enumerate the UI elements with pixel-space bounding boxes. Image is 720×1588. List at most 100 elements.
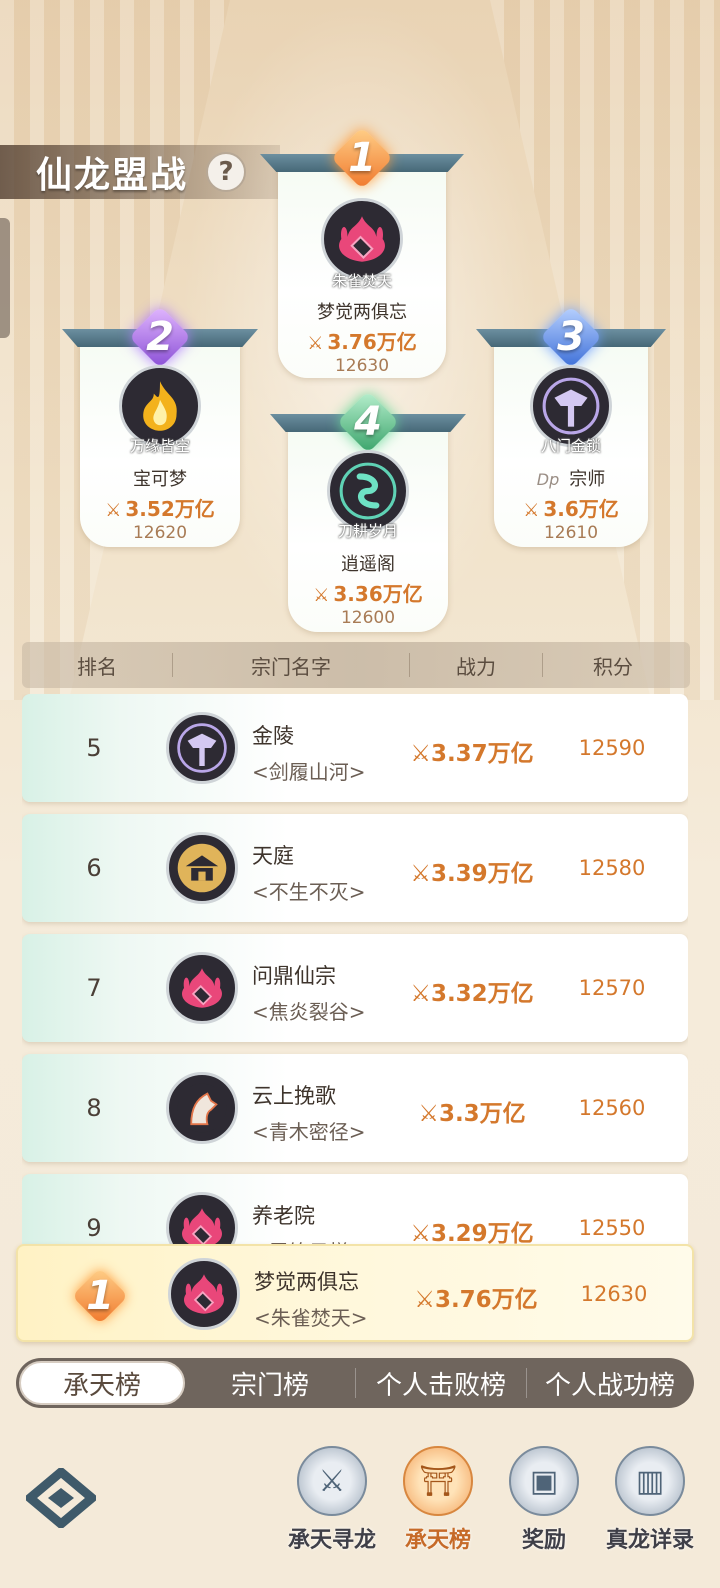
podium-score: 12610 [543,523,599,543]
podium-score: 12630 [334,356,390,376]
power-sword-icon: ⚔ [410,741,431,767]
row-power: ⚔3.29万亿 [392,1214,552,1244]
my-guild-name: 梦觉两俱忘 [254,1270,359,1294]
pavilion-icon: ⛩ [403,1446,473,1516]
podium-rank-1[interactable]: 1 朱雀焚天 梦觉两俱忘 ⚔ 3.76万亿 12630 [260,126,464,378]
podium-power: ⚔ 3.36万亿 [313,582,423,606]
row-rank: 7 [86,974,102,1002]
axe-emblem-icon [166,712,238,784]
power-sword-icon: ⚔ [410,981,431,1007]
tab-chengtian-board[interactable]: 承天榜 [19,1361,185,1405]
home-logo-icon[interactable] [22,1466,100,1530]
nav-true-dragon-records[interactable]: ▥ 真龙详录 [598,1446,702,1554]
row-sect: <雷钧云梯> [252,1236,366,1244]
podium-power: ⚔ 3.52万亿 [105,497,215,521]
row-guild-name: 养老院 [252,1204,315,1228]
podium-sect-tag: 朱雀焚天 [331,272,392,290]
table-row[interactable]: 9 养老院 <雷钧云梯> ⚔3.29万亿 12550 [22,1174,688,1244]
table-row[interactable]: 8 云上挽歌 <青木密径> ⚔3.3万亿 12560 [22,1054,688,1162]
podium-power: ⚔ 3.76万亿 [307,330,417,354]
row-rank: 6 [86,854,102,882]
palace-emblem-icon [166,832,238,904]
nav-chengtian-dragon-hunt[interactable]: ⚔ 承天寻龙 [280,1446,384,1554]
table-row[interactable]: 5 金陵 <剑履山河> ⚔3.37万亿 12590 [22,694,688,802]
row-guild-name: 云上挽歌 [252,1084,336,1108]
crimson-flame-emblem-icon [166,952,238,1024]
help-button[interactable]: ? [206,152,247,192]
crimson-flame-emblem-icon [321,198,403,280]
title-prefix: Dp [536,470,560,489]
title-bar: 仙龙盟战 ? [0,145,280,199]
row-guild-name: 问鼎仙宗 [252,964,336,988]
podium-score: 12620 [132,523,188,543]
row-guild-name: 天庭 [252,844,294,868]
my-guild-rank-row[interactable]: 1 梦觉两俱忘 <朱雀焚天> ⚔3.76万亿 12630 [16,1244,694,1342]
row-score: 12560 [578,1096,646,1120]
row-score: 12550 [578,1216,646,1240]
power-sword-icon: ⚔ [410,861,431,887]
header-guild-name: 宗门名字 [251,654,331,679]
tab-personal-defeat-board[interactable]: 个人击败榜 [356,1358,526,1408]
table-row[interactable]: 6 天庭 <不生不灭> ⚔3.39万亿 12580 [22,814,688,922]
my-score: 12630 [580,1282,648,1306]
power-sword-icon: ⚔ [410,1221,431,1244]
row-score: 12590 [578,736,646,760]
podium-rank-4[interactable]: 4 刀耕岁月 逍遥阁 ⚔ 3.36万亿 12600 [270,390,466,632]
row-rank: 9 [86,1214,102,1242]
row-power: ⚔3.32万亿 [410,981,534,1007]
leaderboard-tabs: 承天榜 宗门榜 个人击败榜 个人战功榜 [16,1358,694,1408]
crimson-flame-emblem-icon [168,1258,240,1330]
table-row[interactable]: 7 问鼎仙宗 <焦炎裂谷> ⚔3.32万亿 12570 [22,934,688,1042]
power-sword-icon: ⚔ [414,1287,435,1313]
ranking-table-header: 排名 宗门名字 战力 积分 [22,642,690,688]
sword-shield-icon: ⚔ [297,1446,367,1516]
ranking-list[interactable]: 5 金陵 <剑履山河> ⚔3.37万亿 12590 6 天庭 <不生不灭> ⚔3… [22,694,688,1244]
side-drawer-handle[interactable] [0,218,10,338]
podium-guild-name: 梦觉两俱忘 [317,302,407,323]
podium-rank-3[interactable]: 3 八门金锁 Dp 宗师 ⚔ 3.6万亿 12610 [476,305,666,547]
podium-sect-tag: 刀耕岁月 [337,522,398,540]
row-guild-name: 金陵 [252,724,294,748]
podium-guild-name: 逍遥阁 [341,554,395,575]
row-power: ⚔3.37万亿 [410,741,534,767]
treasure-chest-icon: ▣ [509,1446,579,1516]
tab-sect-board[interactable]: 宗门榜 [185,1358,355,1408]
my-sect: <朱雀焚天> [254,1306,368,1330]
row-sect: <焦炎裂谷> [252,1000,366,1024]
header-rank: 排名 [77,654,117,679]
podium-power: ⚔ 3.6万亿 [523,497,619,521]
row-score: 12580 [578,856,646,880]
row-power: ⚔3.3万亿 [418,1101,526,1127]
scroll-icon: ▥ [615,1446,685,1516]
header-power: 战力 [456,654,496,679]
podium-score: 12600 [340,608,396,628]
podium-rank-2[interactable]: 2 万缘皆空 宝可梦 ⚔ 3.52万亿 12620 [62,305,258,547]
podium-sect-tag: 八门金锁 [540,437,601,455]
podium-guild-name: Dp 宗师 [536,469,606,490]
tab-personal-merit-board[interactable]: 个人战功榜 [527,1358,693,1408]
power-sword-icon: ⚔ [523,500,540,521]
power-sword-icon: ⚔ [105,500,122,521]
row-rank: 8 [86,1094,102,1122]
horse-emblem-icon [166,1072,238,1144]
power-sword-icon: ⚔ [313,585,330,606]
nav-chengtian-board[interactable]: ⛩ 承天榜 [386,1446,490,1554]
podium-guild-name: 宝可梦 [133,469,187,490]
power-sword-icon: ⚔ [418,1101,439,1127]
row-score: 12570 [578,976,646,1000]
rank-2-badge: 2 [128,305,192,369]
row-sect: <剑履山河> [252,760,366,784]
power-sword-icon: ⚔ [307,333,324,354]
nav-rewards[interactable]: ▣ 奖励 [492,1446,596,1554]
row-sect: <不生不灭> [252,880,366,904]
header-score: 积分 [593,654,633,679]
rank-1-badge: 1 [330,126,394,190]
rank-3-badge: 3 [539,305,603,369]
page-title: 仙龙盟战 [36,155,189,196]
row-sect: <青木密径> [252,1120,366,1144]
podium-sect-tag: 万缘皆空 [129,437,190,455]
my-power: ⚔3.76万亿 [414,1287,538,1313]
row-power: ⚔3.39万亿 [410,861,534,887]
my-rank-badge: 1 [70,1266,130,1326]
row-rank: 5 [86,734,102,762]
